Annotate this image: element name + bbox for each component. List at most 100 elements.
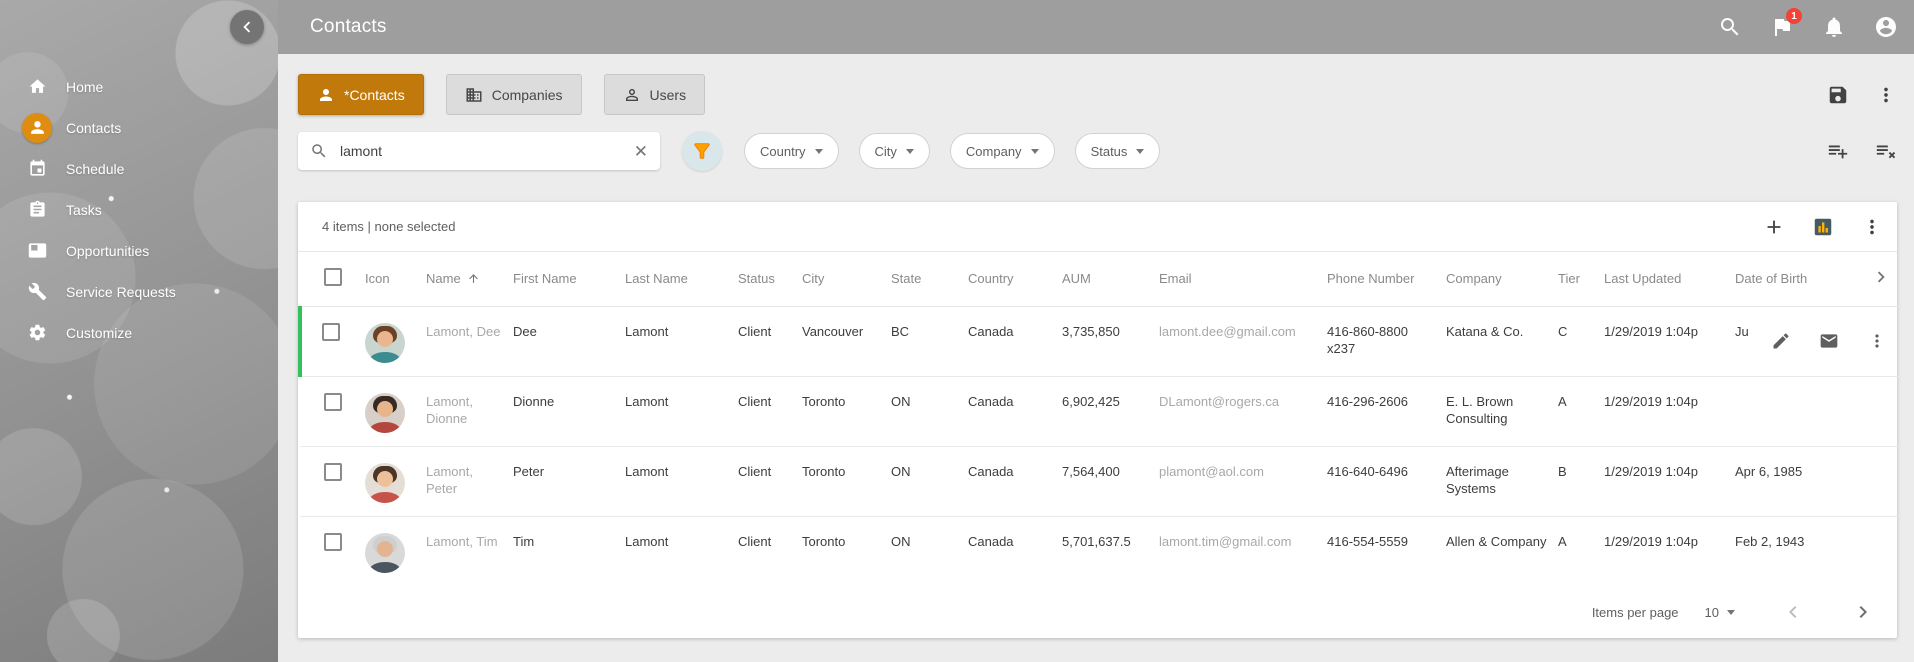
add-icon[interactable]	[1763, 216, 1785, 238]
person-icon	[317, 86, 335, 104]
playlist-add-icon[interactable]	[1827, 140, 1849, 162]
column-header-aum[interactable]: AUM	[1062, 252, 1159, 306]
cell-state: ON	[891, 376, 968, 446]
tab-contacts[interactable]: *Contacts	[298, 74, 424, 115]
filter-chip-company[interactable]: Company	[950, 133, 1055, 169]
companies-icon	[465, 86, 483, 104]
column-header-first-name[interactable]: First Name	[513, 252, 625, 306]
column-header-phone[interactable]: Phone Number	[1327, 252, 1446, 306]
column-header-city[interactable]: City	[802, 252, 891, 306]
table-row[interactable]: Lamont, Dee Dee Lamont Client Vancouver …	[300, 306, 1899, 376]
column-header-tier[interactable]: Tier	[1558, 252, 1604, 306]
column-header-icon[interactable]: Icon	[365, 252, 426, 306]
filter-chip-status[interactable]: Status	[1075, 133, 1161, 169]
tab-companies[interactable]: Companies	[446, 74, 582, 115]
column-header-dob[interactable]: Date of Birth	[1735, 252, 1870, 306]
column-header-last-name[interactable]: Last Name	[625, 252, 738, 306]
sidebar-item-label: Opportunities	[66, 243, 149, 259]
filter-chip-country[interactable]: Country	[744, 133, 839, 169]
cell-aum: 5,701,637.5	[1062, 516, 1159, 586]
notifications-icon[interactable]	[1822, 15, 1846, 39]
row-checkbox[interactable]	[324, 393, 342, 411]
sidebar-item-schedule[interactable]: Schedule	[0, 148, 278, 189]
table-header-row: Icon Name First Name Last Name Status Ci…	[300, 252, 1899, 306]
cell-first-name: Tim	[513, 516, 625, 586]
sidebar-nav: Home Contacts Schedule Tasks	[0, 66, 278, 353]
table-row[interactable]: Lamont, Tim Tim Lamont Client Toronto ON…	[300, 516, 1899, 586]
row-checkbox[interactable]	[324, 463, 342, 481]
flag-icon[interactable]: 1	[1770, 15, 1794, 39]
avatar	[365, 393, 405, 433]
sidebar-item-label: Customize	[66, 325, 132, 341]
column-header-country[interactable]: Country	[968, 252, 1062, 306]
cell-name: Lamont, Peter	[426, 446, 513, 516]
chevron-down-icon	[906, 149, 914, 154]
avatar	[365, 323, 405, 363]
cell-city: Toronto	[802, 516, 891, 586]
playlist-remove-icon[interactable]	[1875, 140, 1897, 162]
search-icon[interactable]	[1718, 15, 1742, 39]
cell-country: Canada	[968, 446, 1062, 516]
cell-last-name: Lamont	[625, 516, 738, 586]
chip-label: City	[875, 144, 897, 159]
chevron-down-icon	[1031, 149, 1039, 154]
chart-icon[interactable]	[1812, 216, 1834, 238]
cell-phone: 416-860-8800 x237	[1327, 306, 1446, 376]
cell-first-name: Dee	[513, 306, 625, 376]
column-header-last-updated[interactable]: Last Updated	[1604, 252, 1735, 306]
pagination: Items per page 10	[298, 586, 1897, 638]
sidebar-item-customize[interactable]: Customize	[0, 312, 278, 353]
items-per-page-select[interactable]: 10	[1705, 605, 1735, 620]
sidebar-item-tasks[interactable]: Tasks	[0, 189, 278, 230]
sidebar-item-contacts[interactable]: Contacts	[0, 107, 278, 148]
account-icon[interactable]	[1874, 15, 1898, 39]
cell-status: Client	[738, 306, 802, 376]
more-vert-icon[interactable]	[1875, 84, 1897, 106]
close-icon[interactable]: ✕	[630, 141, 652, 162]
save-icon[interactable]	[1827, 84, 1849, 106]
select-all-checkbox[interactable]	[324, 268, 342, 286]
table-row[interactable]: Lamont, Peter Peter Lamont Client Toront…	[300, 446, 1899, 516]
sort-asc-icon	[467, 272, 480, 285]
cell-phone: 416-554-5559	[1327, 516, 1446, 586]
cell-dob	[1735, 376, 1870, 446]
email-icon[interactable]	[1819, 331, 1839, 351]
filter-chip-city[interactable]: City	[859, 133, 930, 169]
cell-status: Client	[738, 516, 802, 586]
items-per-page-label: Items per page	[1592, 605, 1679, 620]
column-header-status[interactable]: Status	[738, 252, 802, 306]
sidebar-item-opportunities[interactable]: Opportunities	[0, 230, 278, 271]
sidebar-item-label: Tasks	[66, 202, 102, 218]
chip-label: Country	[760, 144, 806, 159]
table-row[interactable]: Lamont, Dionne Dionne Lamont Client Toro…	[300, 376, 1899, 446]
sidebar-item-service-requests[interactable]: Service Requests	[0, 271, 278, 312]
sidebar-collapse-button[interactable]	[230, 10, 264, 44]
sidebar: Home Contacts Schedule Tasks	[0, 0, 278, 662]
avatar	[365, 533, 405, 573]
cell-city: Toronto	[802, 376, 891, 446]
cell-last-updated: 1/29/2019 1:04p	[1604, 446, 1735, 516]
column-header-email[interactable]: Email	[1159, 252, 1327, 306]
row-checkbox[interactable]	[322, 323, 340, 341]
search-input[interactable]	[338, 142, 630, 160]
column-header-name[interactable]: Name	[426, 252, 513, 306]
more-vert-icon[interactable]	[1867, 331, 1887, 351]
column-header-state[interactable]: State	[891, 252, 968, 306]
chevron-right-icon[interactable]	[1870, 266, 1892, 288]
tab-users[interactable]: Users	[604, 74, 706, 115]
notification-badge: 1	[1786, 8, 1802, 24]
previous-page-button[interactable]	[1781, 600, 1805, 624]
cell-company: Allen & Company	[1446, 516, 1558, 586]
cell-status: Client	[738, 446, 802, 516]
column-header-company[interactable]: Company	[1446, 252, 1558, 306]
row-checkbox[interactable]	[324, 533, 342, 551]
cell-name: Lamont, Dee	[426, 306, 513, 376]
chevron-down-icon	[1727, 610, 1735, 615]
filter-funnel-icon[interactable]	[682, 131, 722, 171]
avatar-hair	[373, 536, 397, 553]
opportunities-icon	[22, 236, 52, 266]
edit-icon[interactable]	[1771, 331, 1791, 351]
more-vert-icon[interactable]	[1861, 216, 1883, 238]
sidebar-item-home[interactable]: Home	[0, 66, 278, 107]
next-page-button[interactable]	[1851, 600, 1875, 624]
